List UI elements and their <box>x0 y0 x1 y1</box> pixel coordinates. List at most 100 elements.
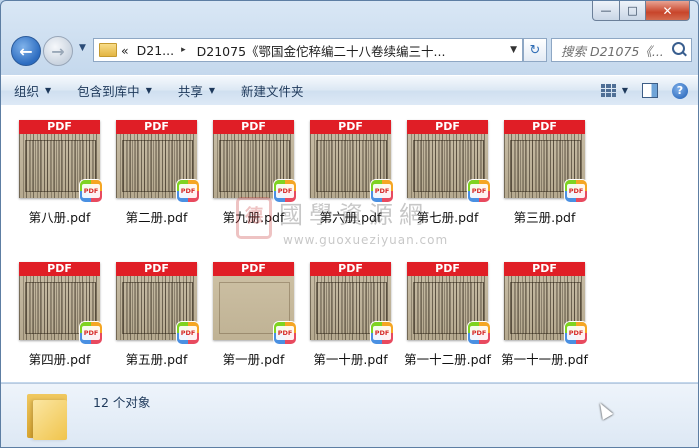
pdf-thumbnail: PDF PDF <box>310 262 393 344</box>
file-item[interactable]: PDF PDF 第一十一册.pdf <box>496 262 593 368</box>
search-icon[interactable] <box>672 42 685 55</box>
pdf-thumbnail: PDF PDF <box>116 120 199 202</box>
share-menu[interactable]: 共享 ▼ <box>165 76 228 105</box>
pdf-thumbnail: PDF PDF <box>407 120 490 202</box>
file-item[interactable]: PDF PDF 第一册.pdf <box>205 262 302 368</box>
details-pane: 12 个对象 <box>1 383 698 447</box>
pdf-thumbnail: PDF PDF <box>116 262 199 344</box>
search-placeholder: 搜索 D21075《... <box>561 43 664 59</box>
file-item[interactable]: PDF PDF 第四册.pdf <box>11 262 108 368</box>
pdf-file-icon: PDF <box>80 322 102 344</box>
file-name: 第五册.pdf <box>125 352 188 367</box>
file-name: 第一十册.pdf <box>313 352 388 367</box>
chevron-down-icon: ▼ <box>145 86 152 95</box>
file-item[interactable]: PDF PDF 第八册.pdf <box>11 120 108 226</box>
pdf-file-icon: PDF <box>177 322 199 344</box>
pdf-banner: PDF <box>407 120 488 134</box>
pdf-file-icon: PDF <box>468 322 490 344</box>
chevron-down-icon: ▼ <box>45 86 52 95</box>
file-name: 第一十二册.pdf <box>404 352 491 367</box>
pdf-banner: PDF <box>310 262 391 276</box>
view-options-dropdown-icon[interactable]: ▼ <box>622 86 628 95</box>
folder-icon <box>99 43 117 57</box>
file-name: 第一册.pdf <box>222 352 285 367</box>
pdf-file-icon: PDF <box>565 180 587 202</box>
pdf-thumbnail: PDF PDF <box>407 262 490 344</box>
refresh-icon: ↻ <box>529 42 541 58</box>
command-bar: 组织 ▼ 包含到库中 ▼ 共享 ▼ 新建文件夹 ▼ ? <box>1 75 698 106</box>
watermark-url: www.guoxueziyuan.com <box>283 233 449 247</box>
pdf-thumbnail: PDF PDF <box>504 262 587 344</box>
pdf-banner: PDF <box>310 120 391 134</box>
file-list[interactable]: PDF PDF 第八册.pdf PDF PDF 第二册.pdf PDF PDF 第九册.pdf P… <box>1 105 698 382</box>
address-dropdown-icon[interactable]: ▼ <box>510 45 517 55</box>
file-item[interactable]: PDF PDF 第九册.pdf <box>205 120 302 226</box>
file-item[interactable]: PDF PDF 第一十二册.pdf <box>399 262 496 368</box>
close-button[interactable]: ✕ <box>646 1 690 21</box>
search-input[interactable]: 搜索 D21075《... <box>551 38 692 62</box>
pdf-thumbnail: PDF PDF <box>504 120 587 202</box>
maximize-button[interactable]: □ <box>620 1 646 21</box>
pdf-banner: PDF <box>116 120 197 134</box>
forward-button[interactable]: → <box>43 36 73 66</box>
file-name: 第三册.pdf <box>513 210 576 225</box>
include-in-library-label: 包含到库中 <box>77 84 140 99</box>
file-item[interactable]: PDF PDF 第五册.pdf <box>108 262 205 368</box>
new-folder-label: 新建文件夹 <box>241 84 304 99</box>
breadcrumb-separator-icon[interactable]: ▸ <box>181 45 186 55</box>
pdf-file-icon: PDF <box>177 180 199 202</box>
help-icon[interactable]: ? <box>672 82 688 99</box>
organize-menu[interactable]: 组织 ▼ <box>1 76 64 105</box>
file-name: 第七册.pdf <box>416 210 479 225</box>
new-folder-button[interactable]: 新建文件夹 <box>228 76 317 105</box>
pdf-banner: PDF <box>19 120 100 134</box>
pdf-file-icon: PDF <box>371 322 393 344</box>
file-name: 第六册.pdf <box>319 210 382 225</box>
pdf-thumbnail: PDF PDF <box>310 120 393 202</box>
pdf-file-icon: PDF <box>274 322 296 344</box>
pdf-banner: PDF <box>213 120 294 134</box>
pdf-banner: PDF <box>116 262 197 276</box>
address-bar[interactable]: « D21... ▸ D21075《鄂国金佗稡编二十八卷续编三十... ▼ <box>93 38 523 62</box>
include-in-library-menu[interactable]: 包含到库中 ▼ <box>64 76 165 105</box>
pdf-banner: PDF <box>504 262 585 276</box>
navigation-bar: ← → ▼ « D21... ▸ D21075《鄂国金佗稡编二十八卷续编三十..… <box>9 35 692 67</box>
explorer-window: — □ ✕ ← → ▼ « D21... ▸ D21075《鄂国金佗稡编二十八卷… <box>0 0 699 448</box>
chevron-down-icon: ▼ <box>208 86 216 95</box>
breadcrumb-parent[interactable]: D21... <box>137 43 174 58</box>
file-name: 第九册.pdf <box>222 210 285 225</box>
file-item[interactable]: PDF PDF 第七册.pdf <box>399 120 496 226</box>
share-label: 共享 <box>177 84 203 99</box>
pdf-file-icon: PDF <box>371 180 393 202</box>
change-view-icon[interactable] <box>600 84 616 97</box>
back-button[interactable]: ← <box>11 36 41 66</box>
file-name: 第八册.pdf <box>28 210 91 225</box>
file-item[interactable]: PDF PDF 第一十册.pdf <box>302 262 399 368</box>
caption-buttons: — □ ✕ <box>592 1 690 21</box>
pdf-banner: PDF <box>19 262 100 276</box>
pdf-thumbnail: PDF PDF <box>213 120 296 202</box>
file-name: 第四册.pdf <box>28 352 91 367</box>
breadcrumb-current[interactable]: D21075《鄂国金佗稡编二十八卷续编三十... <box>197 41 446 60</box>
pdf-file-icon: PDF <box>80 180 102 202</box>
file-name: 第一十一册.pdf <box>501 352 588 367</box>
preview-pane-icon[interactable] <box>642 83 658 98</box>
pdf-file-icon: PDF <box>468 180 490 202</box>
pdf-banner: PDF <box>504 120 585 134</box>
file-item[interactable]: PDF PDF 第三册.pdf <box>496 120 593 226</box>
pdf-banner: PDF <box>407 262 488 276</box>
organize-label: 组织 <box>14 84 40 99</box>
pdf-file-icon: PDF <box>565 322 587 344</box>
item-count: 12 个对象 <box>93 395 151 410</box>
file-item[interactable]: PDF PDF 第二册.pdf <box>108 120 205 226</box>
pdf-thumbnail: PDF PDF <box>19 120 102 202</box>
arrow-right-icon: → <box>51 41 65 61</box>
recent-pages-button[interactable]: ▼ <box>79 43 86 53</box>
file-item[interactable]: PDF PDF 第六册.pdf <box>302 120 399 226</box>
pdf-banner: PDF <box>213 262 294 276</box>
toolbar-right: ▼ ? <box>600 76 688 105</box>
refresh-button[interactable]: ↻ <box>523 38 547 62</box>
folder-icon <box>25 390 69 440</box>
address-overflow[interactable]: « <box>121 43 129 58</box>
minimize-button[interactable]: — <box>592 1 620 21</box>
